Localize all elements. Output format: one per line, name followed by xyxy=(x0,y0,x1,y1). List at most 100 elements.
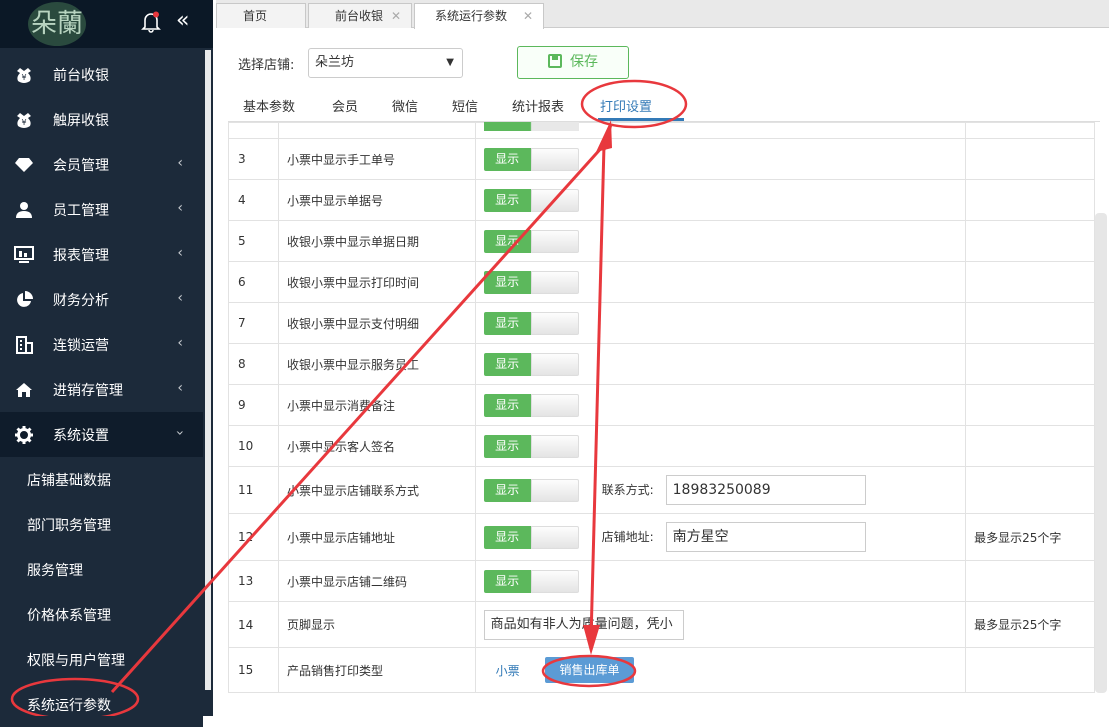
row-number: 8 xyxy=(228,343,279,385)
tab-member[interactable]: 会员 xyxy=(332,96,358,115)
table-row: 7 收银小票中显示支付明细 显示 xyxy=(228,302,1095,344)
close-icon[interactable]: ✕ xyxy=(391,4,401,28)
save-button[interactable]: 保存 xyxy=(517,46,629,79)
row-control: 显示 xyxy=(474,179,967,221)
table-row: 11 小票中显示店铺联系方式 显示 联系方式: 18983250089 xyxy=(228,466,1095,514)
toggle-on-label: 显示 xyxy=(483,311,531,335)
tab-home[interactable]: 首页 xyxy=(216,3,306,28)
row-name: 小票中显示客人签名 xyxy=(277,425,476,467)
save-button-label: 保存 xyxy=(570,54,598,70)
sidebar-item-label: 会员管理 xyxy=(53,157,109,174)
tab-print-settings[interactable]: 打印设置 xyxy=(600,96,652,115)
store-select[interactable]: 朵兰坊 ▼ xyxy=(308,48,463,78)
tab-wechat[interactable]: 微信 xyxy=(392,96,418,115)
sidebar-item-system-settings[interactable]: 系统设置 ‹ xyxy=(0,412,203,457)
toggle-knob xyxy=(530,569,579,593)
sidebar-item-reports[interactable]: 报表管理 ‹ xyxy=(0,232,203,277)
toggle-switch[interactable]: 显示 xyxy=(483,434,579,458)
chevron-down-icon: ‹ xyxy=(172,430,189,436)
toggle-on-label: 显示 xyxy=(483,525,531,549)
toggle-switch[interactable]: 显示 xyxy=(483,229,579,253)
sidebar-item-label: 连锁运营 xyxy=(53,337,109,354)
yen-icon: ¥ xyxy=(14,110,34,130)
tab-front-cashier[interactable]: 前台收银 ✕ xyxy=(308,3,412,28)
home-icon xyxy=(14,380,34,400)
sidebar-item-staff[interactable]: 员工管理 ‹ xyxy=(0,187,203,232)
table-row: 4 小票中显示单据号 显示 xyxy=(228,179,1095,221)
row-number: 11 xyxy=(228,466,279,514)
tab-label: 系统运行参数 xyxy=(435,9,508,23)
row-number: 3 xyxy=(228,138,279,180)
submenu-item-price-system[interactable]: 价格体系管理 xyxy=(0,592,203,637)
submenu-item-system-params[interactable]: 系统运行参数 xyxy=(0,682,203,727)
tab-system-params[interactable]: 系统运行参数 ✕ xyxy=(414,3,544,29)
toggle-knob xyxy=(530,229,579,253)
toggle-switch[interactable]: 显示 xyxy=(483,352,579,376)
brand-logo: 朵蘭 xyxy=(28,2,86,46)
toggle-switch[interactable]: 显示 xyxy=(483,147,579,171)
toggle-on-label: 显示 xyxy=(483,229,531,253)
toggle-knob xyxy=(530,393,579,417)
row-control: 显示 xyxy=(474,261,967,303)
print-type-sales-outbound-option[interactable]: 销售出库单 xyxy=(545,657,634,683)
print-type-receipt-option[interactable]: 小票 xyxy=(496,662,520,679)
chevron-left-icon: ‹ xyxy=(177,245,183,261)
sidebar-item-label: 员工管理 xyxy=(53,202,109,219)
footer-text-field[interactable]: 商品如有非人为质量问题，凭小 xyxy=(483,609,684,640)
bell-icon[interactable] xyxy=(141,11,161,33)
tab-basic-params[interactable]: 基本参数 xyxy=(243,96,295,115)
sidebar-item-label: 报表管理 xyxy=(53,247,109,264)
tab-label: 首页 xyxy=(243,9,268,23)
row-number: 5 xyxy=(228,220,279,262)
collapse-sidebar-icon[interactable]: « xyxy=(176,8,189,33)
toggle-switch[interactable]: 显示 xyxy=(483,478,579,502)
sidebar-item-label: 触屏收银 xyxy=(53,112,109,129)
sidebar-item-front-cashier[interactable]: ¥ 前台收银 xyxy=(0,52,203,97)
submenu-item-service[interactable]: 服务管理 xyxy=(0,547,203,592)
building-icon xyxy=(14,335,34,355)
sidebar-item-finance[interactable]: 财务分析 ‹ xyxy=(0,277,203,322)
sidebar-scrollbar[interactable] xyxy=(205,50,211,690)
tab-stat-reports[interactable]: 统计报表 xyxy=(512,96,564,115)
address-field-label: 店铺地址: xyxy=(601,530,654,544)
toggle-switch[interactable]: 显示 xyxy=(483,311,579,335)
submenu-item-permissions[interactable]: 权限与用户管理 xyxy=(0,637,203,682)
toggle-switch[interactable]: 显示 xyxy=(483,569,579,593)
toggle-on-label: 显示 xyxy=(483,569,531,593)
toggle-knob xyxy=(530,270,579,294)
toggle-switch[interactable]: 显示 xyxy=(483,270,579,294)
submenu-item-store-data[interactable]: 店铺基础数据 xyxy=(0,457,203,502)
tab-sms[interactable]: 短信 xyxy=(452,96,478,115)
row-name: 收银小票中显示服务员工 xyxy=(277,343,476,385)
row-name: 产品销售打印类型 xyxy=(277,647,476,693)
row-name: 小票中显示单据号 xyxy=(277,179,476,221)
toggle-knob xyxy=(530,478,579,502)
user-icon xyxy=(14,200,34,220)
toggle-on-label: 显示 xyxy=(483,352,531,376)
toolbar: 选择店铺: 朵兰坊 ▼ 保存 xyxy=(238,46,629,79)
close-icon[interactable]: ✕ xyxy=(523,4,533,28)
svg-text:¥: ¥ xyxy=(21,118,26,127)
toggle-on-label: 显示 xyxy=(483,393,531,417)
sidebar-item-touch-cashier[interactable]: ¥ 触屏收银 xyxy=(0,97,203,142)
row-control: 小票 销售出库单 xyxy=(474,647,967,693)
sidebar-item-inventory[interactable]: 进销存管理 ‹ xyxy=(0,367,203,412)
page-tab-bar: 首页 前台收银 ✕ 系统运行参数 ✕ xyxy=(216,0,1109,29)
sidebar-item-member[interactable]: 会员管理 ‹ xyxy=(0,142,203,187)
toggle-switch[interactable] xyxy=(483,122,579,131)
sidebar-item-chain[interactable]: 连锁运营 ‹ xyxy=(0,322,203,367)
address-field[interactable]: 南方星空 xyxy=(665,522,866,552)
toggle-switch[interactable]: 显示 xyxy=(483,525,579,549)
toggle-switch[interactable]: 显示 xyxy=(483,393,579,417)
submenu-item-department[interactable]: 部门职务管理 xyxy=(0,502,203,547)
content-scrollbar[interactable] xyxy=(1095,213,1107,693)
chevron-left-icon: ‹ xyxy=(177,380,183,396)
table-row: 3 小票中显示手工单号 显示 xyxy=(228,138,1095,180)
sidebar-item-label: 前台收银 xyxy=(53,67,109,84)
chevron-left-icon: ‹ xyxy=(177,290,183,306)
row-control: 显示 xyxy=(474,343,967,385)
toggle-switch[interactable]: 显示 xyxy=(483,188,579,212)
contact-field[interactable]: 18983250089 xyxy=(665,475,866,505)
diamond-icon xyxy=(14,155,34,175)
yen-icon: ¥ xyxy=(14,65,34,85)
